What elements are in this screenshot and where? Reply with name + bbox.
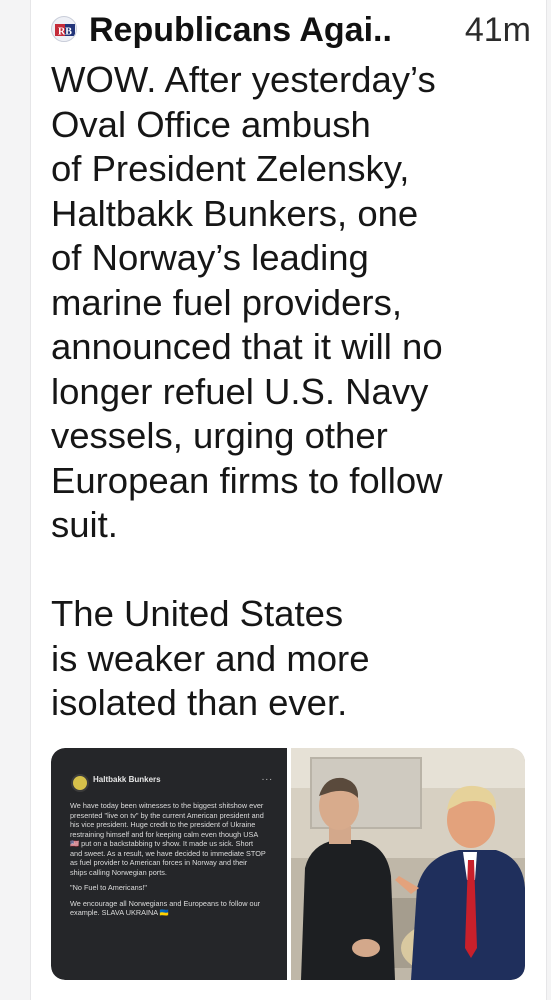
- text-line: is weaker and more: [51, 637, 370, 679]
- media-gallery: Haltbakk Bunkers ... We have today been …: [51, 748, 525, 980]
- embedded-post-body: We have today been witnesses to the bigg…: [70, 801, 266, 924]
- oval-office-photo[interactable]: [291, 748, 525, 980]
- text-line: announced that it will no: [51, 326, 443, 367]
- post-timestamp[interactable]: 41m: [465, 10, 531, 50]
- embedded-paragraph: "No Fuel to Americans!": [70, 883, 147, 892]
- text-line: longer refuel U.S. Navy: [51, 370, 429, 412]
- text-line: vessels, urging other: [51, 415, 388, 456]
- avatar-initials: RB: [58, 27, 72, 38]
- embedded-post-screenshot[interactable]: Haltbakk Bunkers ... We have today been …: [51, 748, 287, 980]
- post-header: RB Republicans Agai.. 41m: [51, 10, 531, 50]
- post-text: WOW. After yesterday’s Oval Office ambus…: [51, 58, 531, 726]
- post-paragraph-1: WOW. After yesterday’s Oval Office ambus…: [51, 58, 531, 548]
- text-line: Oval Office ambush: [51, 103, 371, 145]
- text-line: suit.: [51, 504, 118, 545]
- avatar-logo-icon: RB: [53, 18, 76, 41]
- text-line: The United States: [51, 593, 344, 634]
- page-logo-icon: [71, 774, 89, 792]
- post-paragraph-2: The United States is weaker and more iso…: [51, 592, 531, 726]
- text-line: marine fuel providers,: [51, 281, 402, 323]
- text-line: Haltbakk Bunkers, one: [51, 192, 419, 234]
- text-line: of President Zelensky,: [51, 148, 410, 189]
- meeting-photo-illustration: [291, 748, 525, 980]
- author-name[interactable]: Republicans Agai..: [89, 10, 439, 50]
- text-line: isolated than ever.: [51, 682, 348, 723]
- embedded-paragraph: We have today been witnesses to the bigg…: [70, 801, 266, 877]
- author-avatar[interactable]: RB: [51, 16, 77, 42]
- text-line: European firms to follow: [51, 459, 443, 501]
- text-line: WOW. After yesterday’s: [51, 59, 436, 100]
- post-card[interactable]: RB Republicans Agai.. 41m WOW. After yes…: [30, 0, 547, 1000]
- embedded-page-name: Haltbakk Bunkers: [93, 775, 161, 784]
- embedded-paragraph: We encourage all Norwegians and European…: [70, 898, 261, 918]
- more-options-icon: ...: [261, 772, 273, 783]
- text-line: of Norway’s leading: [51, 237, 369, 278]
